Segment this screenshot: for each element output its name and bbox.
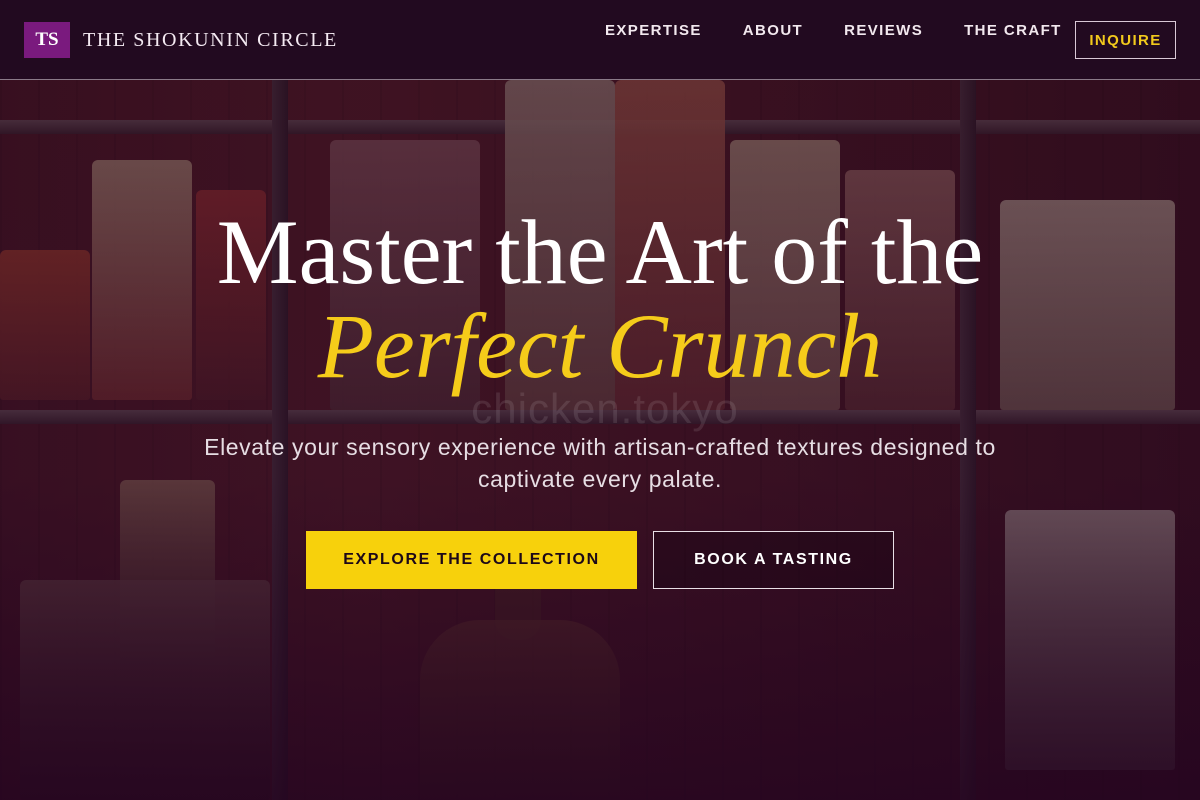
hero-subtitle: Elevate your sensory experience with art… bbox=[204, 434, 996, 492]
nav-link-about[interactable]: ABOUT bbox=[743, 22, 803, 39]
site-header: TS THE SHOKUNIN CIRCLE EXPERTISE ABOUT R… bbox=[0, 0, 1200, 80]
inquire-button[interactable]: INQUIRE bbox=[1075, 21, 1176, 59]
nav-link-the-craft[interactable]: THE CRAFT bbox=[964, 22, 1062, 39]
headline-line-1: Master the Art of the bbox=[216, 201, 984, 303]
book-tasting-button[interactable]: BOOK A TASTING bbox=[653, 531, 894, 589]
explore-collection-button[interactable]: EXPLORE THE COLLECTION bbox=[306, 531, 637, 589]
brand-name[interactable]: THE SHOKUNIN CIRCLE bbox=[83, 29, 338, 52]
hero-headline: Master the Art of the Perfect Crunch bbox=[0, 205, 1200, 393]
landing-page: chicken.tokyo TS THE SHOKUNIN CIRCLE EXP… bbox=[0, 0, 1200, 800]
nav-link-reviews[interactable]: REVIEWS bbox=[844, 22, 923, 39]
hero-cta-row: EXPLORE THE COLLECTION BOOK A TASTING bbox=[0, 531, 1200, 589]
headline-line-2: Perfect Crunch bbox=[317, 295, 883, 397]
hero-section: Master the Art of the Perfect Crunch Ele… bbox=[0, 205, 1200, 495]
main-nav: EXPERTISE ABOUT REVIEWS THE CRAFT bbox=[605, 22, 1062, 39]
logo-icon[interactable]: TS bbox=[24, 22, 70, 58]
brand[interactable]: TS THE SHOKUNIN CIRCLE bbox=[24, 22, 338, 58]
nav-link-expertise[interactable]: EXPERTISE bbox=[605, 22, 702, 39]
